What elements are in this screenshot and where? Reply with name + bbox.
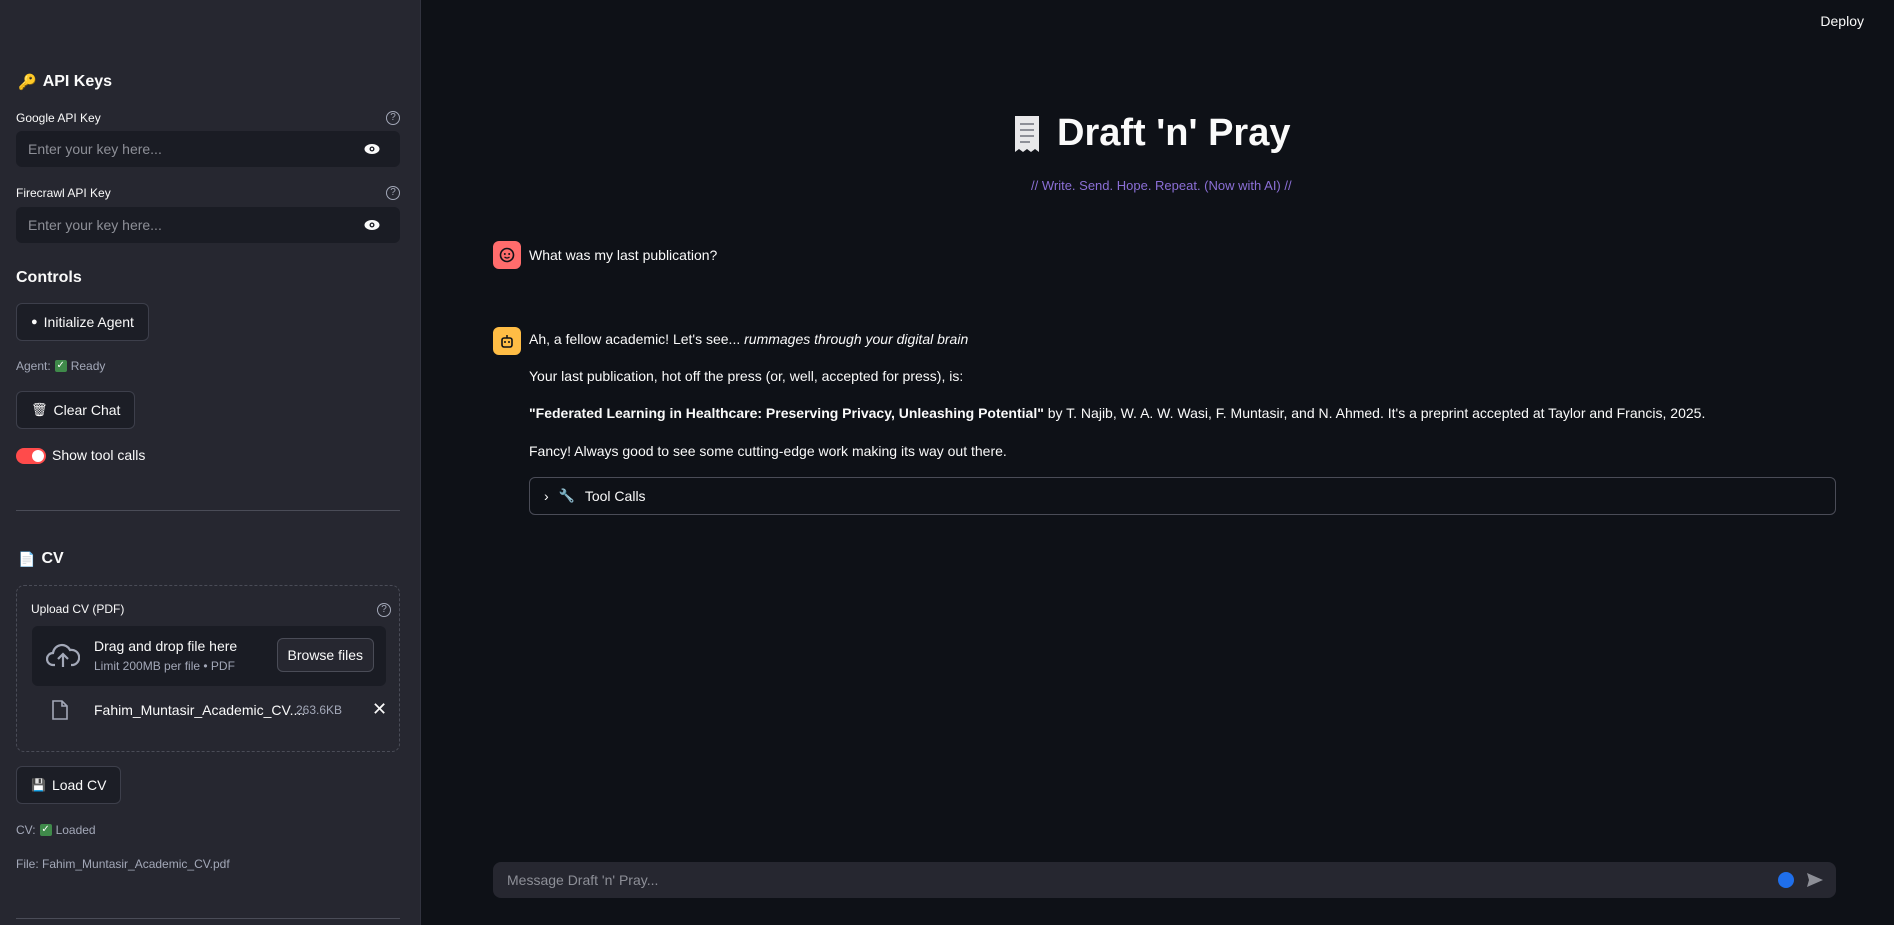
controls-heading: Controls bbox=[16, 269, 82, 286]
cv-heading: 📄 CV bbox=[18, 550, 64, 567]
wrench-icon: 🔧 bbox=[558, 488, 575, 503]
extension-badge-icon[interactable] bbox=[1778, 872, 1794, 888]
file-size: 263.6KB bbox=[296, 703, 343, 717]
trash-icon: 🗑 bbox=[31, 402, 48, 417]
browse-files-button[interactable]: Browse files bbox=[276, 638, 374, 672]
divider bbox=[16, 510, 400, 511]
google-api-key-input[interactable] bbox=[28, 141, 358, 157]
sidebar: 🔑 API Keys Google API Key ? Firecrawl AP… bbox=[0, 0, 421, 925]
user-avatar bbox=[493, 241, 521, 269]
cloud-upload-icon bbox=[46, 643, 80, 667]
clear-chat-button[interactable]: 🗑 Clear Chat bbox=[16, 391, 136, 429]
eye-icon[interactable] bbox=[364, 142, 380, 156]
cv-file-line: File: Fahim_Muntasir_Academic_CV.pdf bbox=[16, 857, 230, 871]
help-icon[interactable]: ? bbox=[386, 111, 400, 125]
robot-icon bbox=[501, 335, 513, 348]
uploaded-file: Fahim_Muntasir_Academic_CV.... 263.6KB ✕ bbox=[32, 694, 387, 730]
cv-uploader: Upload CV (PDF) ? Drag and drop file her… bbox=[16, 585, 400, 752]
floppy-disk-icon: 💾 bbox=[31, 778, 46, 792]
drop-limit: Limit 200MB per file • PDF bbox=[94, 659, 235, 673]
brain-icon: ● bbox=[31, 316, 38, 328]
eye-icon[interactable] bbox=[364, 218, 380, 232]
dropzone[interactable]: Drag and drop file here Limit 200MB per … bbox=[32, 626, 386, 686]
agent-status: Agent: ✓ Ready bbox=[16, 359, 106, 373]
face-icon bbox=[499, 247, 515, 263]
help-icon[interactable]: ? bbox=[377, 603, 391, 617]
api-keys-heading: 🔑 API Keys bbox=[18, 73, 113, 91]
help-icon[interactable]: ? bbox=[386, 186, 400, 200]
document-icon: 📄 bbox=[18, 550, 36, 567]
assistant-line-4: Fancy! Always good to see some cutting-e… bbox=[529, 443, 1007, 459]
key-icon: 🔑 bbox=[18, 74, 37, 91]
user-message: What was my last publication? bbox=[529, 247, 718, 263]
chat-input-bar[interactable] bbox=[493, 862, 1836, 898]
load-cv-button[interactable]: 💾 Load CV bbox=[16, 766, 122, 804]
assistant-line-2: Your last publication, hot off the press… bbox=[529, 368, 964, 384]
tool-calls-expander[interactable]: › 🔧 Tool Calls bbox=[529, 477, 1836, 515]
initialize-agent-button[interactable]: ● Initialize Agent bbox=[16, 303, 149, 341]
close-icon[interactable]: ✕ bbox=[372, 699, 387, 720]
assistant-line-3: "Federated Learning in Healthcare: Prese… bbox=[529, 405, 1706, 421]
assistant-line-1: Ah, a fellow academic! Let's see... rumm… bbox=[529, 331, 969, 347]
receipt-icon bbox=[1015, 115, 1039, 152]
firecrawl-api-key-label: Firecrawl API Key bbox=[16, 186, 111, 200]
chevron-right-icon: › bbox=[544, 488, 549, 504]
page-subtitle: // Write. Send. Hope. Repeat. (Now with … bbox=[1031, 178, 1292, 193]
file-icon bbox=[52, 700, 68, 720]
divider bbox=[16, 918, 400, 919]
page-title: Draft 'n' Pray bbox=[1011, 112, 1290, 155]
main-area: Deploy Draft 'n' Pray // Write. Send. Ho… bbox=[421, 0, 1894, 925]
cv-status: CV: ✓ Loaded bbox=[16, 823, 96, 837]
check-icon: ✓ bbox=[54, 360, 67, 372]
firecrawl-api-key-input[interactable] bbox=[28, 217, 358, 233]
drop-title: Drag and drop file here bbox=[94, 638, 238, 654]
firecrawl-api-key-field[interactable] bbox=[16, 207, 400, 243]
upload-cv-label: Upload CV (PDF) bbox=[31, 602, 125, 616]
google-api-key-label: Google API Key bbox=[16, 111, 101, 125]
file-name: Fahim_Muntasir_Academic_CV.... bbox=[94, 702, 306, 718]
send-icon[interactable] bbox=[1806, 872, 1824, 888]
deploy-button[interactable]: Deploy bbox=[1820, 13, 1864, 29]
show-tool-calls-label: Show tool calls bbox=[52, 447, 146, 463]
google-api-key-field[interactable] bbox=[16, 131, 400, 167]
check-icon: ✓ bbox=[39, 824, 52, 836]
assistant-avatar bbox=[493, 327, 521, 355]
show-tool-calls-toggle[interactable] bbox=[16, 448, 46, 464]
chat-input[interactable] bbox=[507, 872, 1707, 888]
